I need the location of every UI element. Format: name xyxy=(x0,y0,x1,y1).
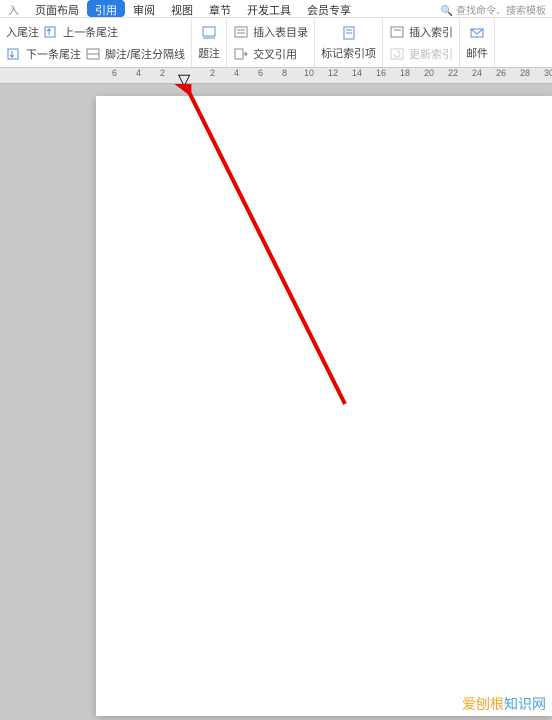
mark-index-label: 标记索引项 xyxy=(321,45,376,61)
tab-page-layout[interactable]: 页面布局 xyxy=(27,0,87,17)
insert-table-contents-label: 插入表目录 xyxy=(253,24,308,40)
document-workspace: 爱刨根知识网 xyxy=(0,84,552,720)
document-page[interactable] xyxy=(96,96,552,716)
ruler-tick: 24 xyxy=(472,68,482,78)
mail-label: 邮件 xyxy=(466,45,488,61)
caption-label: 题注 xyxy=(198,45,220,61)
insert-index-label: 插入索引 xyxy=(409,24,453,40)
ribbon-group-caption: 题注 xyxy=(192,18,227,67)
ruler-tick: 8 xyxy=(282,68,287,78)
ruler-tick: 10 xyxy=(304,68,314,78)
indent-marker[interactable]: ▽ xyxy=(178,70,188,80)
ribbon-toolbar: 入尾注 上一条尾注 下一条尾注 脚注/尾注分隔线 题注 插入表目录 交叉引用 xyxy=(0,18,552,68)
ruler-tick: 22 xyxy=(448,68,458,78)
ribbon-group-crossref: 插入表目录 交叉引用 xyxy=(227,18,315,67)
prev-endnote-icon xyxy=(43,24,59,40)
mark-index-icon xyxy=(341,25,357,41)
insert-table-contents-button[interactable]: 插入表目录 xyxy=(233,21,308,43)
watermark-blue: 知识网 xyxy=(504,696,546,712)
ruler-tick: 16 xyxy=(376,68,386,78)
search-hint-text: 查找命令、搜索模板 xyxy=(456,6,546,17)
menu-tabs-bar: 入 页面布局 引用 审阅 视图 章节 开发工具 会员专享 🔍 查找命令、搜索模板 xyxy=(0,0,552,18)
insert-index-icon xyxy=(389,24,405,40)
next-endnote-button[interactable]: 下一条尾注 xyxy=(26,46,81,62)
prev-endnote-button[interactable]: 上一条尾注 xyxy=(63,24,118,40)
ribbon-group-mail: 邮件 xyxy=(460,18,495,67)
insert-endnote-partial[interactable]: 入尾注 xyxy=(6,24,39,40)
search-hint[interactable]: 🔍 查找命令、搜索模板 xyxy=(435,0,552,17)
caption-button[interactable]: 题注 xyxy=(198,21,220,65)
ruler-tick: 14 xyxy=(352,68,362,78)
mail-button[interactable]: 邮件 xyxy=(466,21,488,65)
ruler-tick: 12 xyxy=(328,68,338,78)
ruler-tick: 30 xyxy=(544,68,552,78)
table-contents-icon xyxy=(233,24,249,40)
update-index-label: 更新索引 xyxy=(409,46,453,62)
ribbon-group-endnotes: 入尾注 上一条尾注 下一条尾注 脚注/尾注分隔线 xyxy=(0,18,192,67)
ruler-tick: 2 xyxy=(160,68,165,78)
ruler-tick: 6 xyxy=(112,68,117,78)
insert-index-button[interactable]: 插入索引 xyxy=(389,21,453,43)
ribbon-group-index: 插入索引 更新索引 xyxy=(383,18,460,67)
cross-reference-button[interactable]: 交叉引用 xyxy=(233,43,308,65)
next-endnote-icon xyxy=(6,46,22,62)
search-icon: 🔍 xyxy=(441,6,453,17)
separator-icon xyxy=(85,46,101,62)
mark-index-button[interactable]: 标记索引项 xyxy=(321,21,376,65)
cross-reference-icon xyxy=(233,46,249,62)
caption-icon xyxy=(201,25,217,41)
tab-review[interactable]: 审阅 xyxy=(125,0,163,17)
ruler-tick: 20 xyxy=(424,68,434,78)
update-index-icon xyxy=(389,46,405,62)
ruler-tick: 4 xyxy=(136,68,141,78)
mail-icon xyxy=(469,25,485,41)
tab-chapters[interactable]: 章节 xyxy=(201,0,239,17)
tab-developer[interactable]: 开发工具 xyxy=(239,0,299,17)
update-index-button[interactable]: 更新索引 xyxy=(389,43,453,65)
ruler-tick: 4 xyxy=(234,68,239,78)
row-endnote-bottom: 下一条尾注 脚注/尾注分隔线 xyxy=(6,43,185,65)
ruler-tick: 26 xyxy=(496,68,506,78)
tab-member[interactable]: 会员专享 xyxy=(299,0,359,17)
watermark-main: 爱刨根 xyxy=(462,696,504,712)
watermark: 爱刨根知识网 xyxy=(462,694,546,714)
cross-reference-label: 交叉引用 xyxy=(253,46,297,62)
ruler-tick: 2 xyxy=(210,68,215,78)
tab-references[interactable]: 引用 xyxy=(87,0,125,17)
ruler-tick: 18 xyxy=(400,68,410,78)
footnote-separator-button[interactable]: 脚注/尾注分隔线 xyxy=(105,46,185,62)
row-endnote-top: 入尾注 上一条尾注 xyxy=(6,21,185,43)
ruler-tick: 28 xyxy=(520,68,530,78)
ruler-tick: 6 xyxy=(258,68,263,78)
ribbon-group-index-mark: 标记索引项 xyxy=(315,18,383,67)
tab-partial-insert[interactable]: 入 xyxy=(0,0,27,17)
tab-view[interactable]: 视图 xyxy=(163,0,201,17)
horizontal-ruler[interactable]: 6 4 2 ▽ 2 4 6 8 10 12 14 16 18 20 22 24 … xyxy=(0,68,552,84)
